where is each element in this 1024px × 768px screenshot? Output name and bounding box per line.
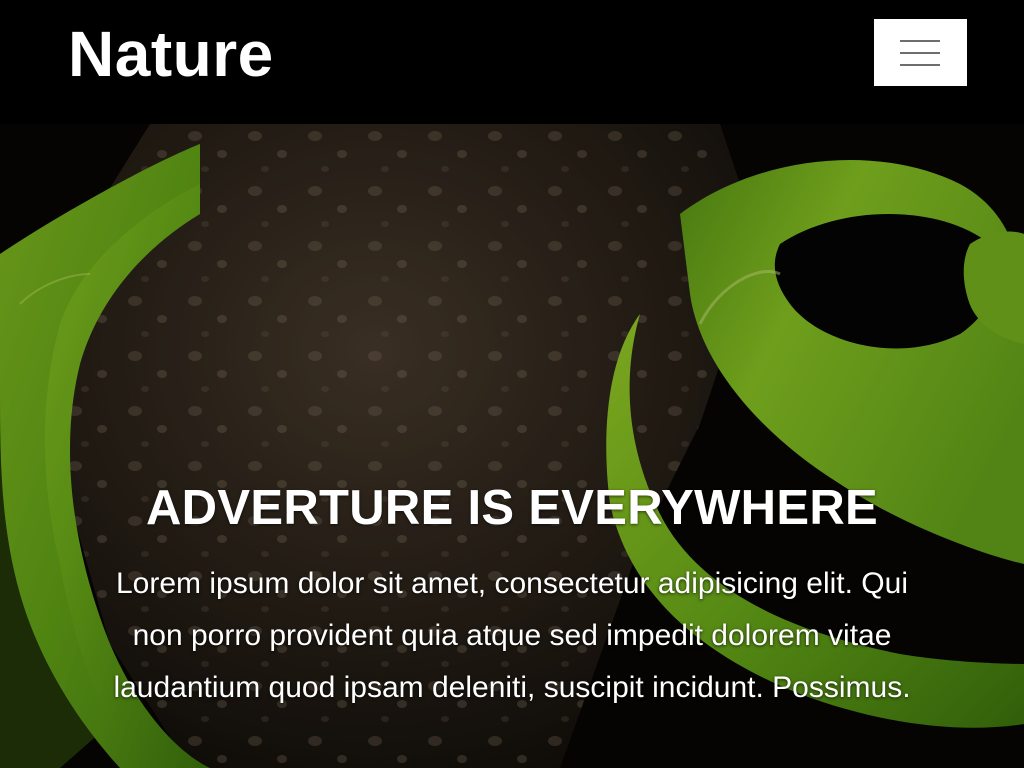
brand-logo-link[interactable]: Nature	[68, 18, 274, 90]
navbar: Nature	[0, 0, 1024, 124]
menu-toggle-button[interactable]	[874, 19, 967, 86]
hero-section: ADVERTURE IS EVERYWHERE Lorem ipsum dolo…	[0, 124, 1024, 768]
hero-content: ADVERTURE IS EVERYWHERE Lorem ipsum dolo…	[0, 480, 1024, 714]
hero-description: Lorem ipsum dolor sit amet, consectetur …	[113, 567, 911, 704]
hero-title: ADVERTURE IS EVERYWHERE	[145, 481, 879, 535]
